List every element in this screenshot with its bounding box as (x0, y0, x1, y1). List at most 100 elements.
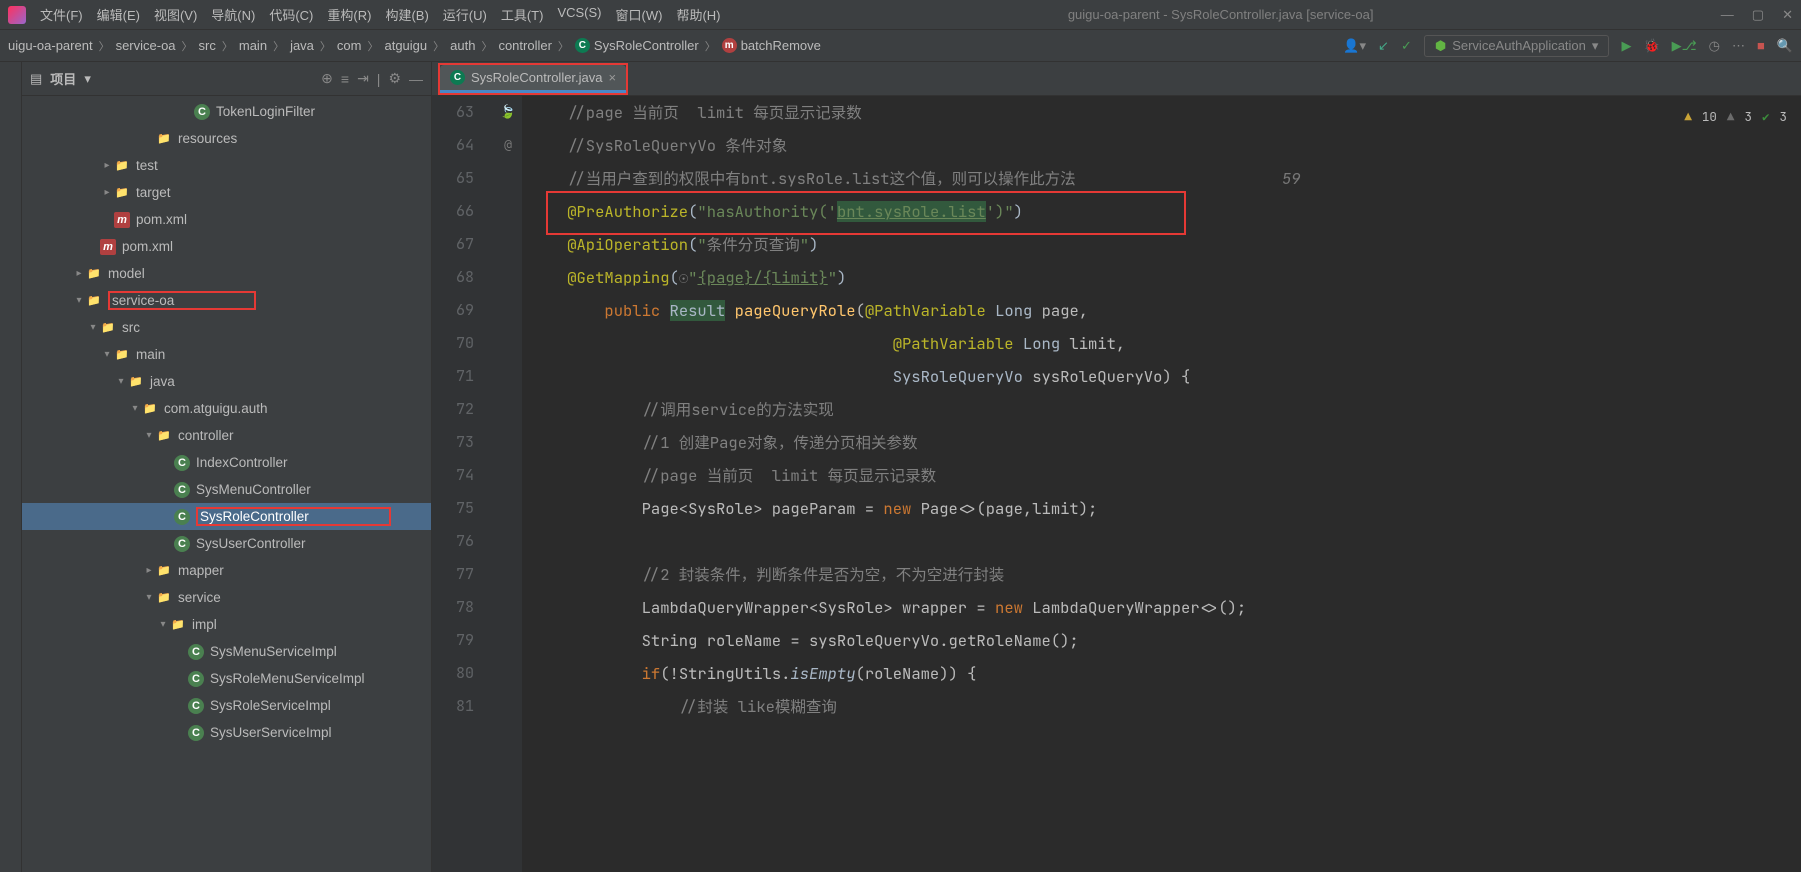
tree-row[interactable]: ▸📁model (22, 260, 431, 287)
tree-row[interactable]: CTokenLoginFilter (22, 98, 431, 125)
code-line[interactable]: //page 当前页 limit 每页显示记录数 (530, 96, 1801, 129)
line-number[interactable]: 71 (432, 360, 474, 393)
tree-arrow-icon[interactable]: ▾ (142, 592, 156, 603)
tree-row[interactable]: ▾📁src (22, 314, 431, 341)
tree-arrow-icon[interactable]: ▾ (100, 349, 114, 360)
tree-row[interactable]: ▾📁service-oa (22, 287, 431, 314)
tree-row[interactable]: CSysRoleController (22, 503, 431, 530)
line-number[interactable]: 65 (432, 162, 474, 195)
code-line[interactable]: //封装 like模糊查询 (530, 690, 1801, 723)
menu-item[interactable]: 帮助(H) (676, 5, 720, 24)
gutter-icons[interactable]: 🍃 @ (494, 96, 522, 872)
breadcrumb-item[interactable]: main (239, 38, 267, 53)
tree-arrow-icon[interactable]: ▾ (156, 619, 170, 630)
gutter-icon[interactable]: 🍃 @ (494, 96, 522, 162)
tree-row[interactable]: 📁resources (22, 125, 431, 152)
collapse-icon[interactable]: ⇥ (357, 70, 369, 87)
breadcrumb-item[interactable]: mbatchRemove (722, 38, 821, 53)
tree-row[interactable]: mpom.xml (22, 233, 431, 260)
stop-icon[interactable]: ■ (1757, 38, 1765, 53)
code-line[interactable]: LambdaQueryWrapper<SysRole> wrapper = ne… (530, 591, 1801, 624)
close-icon[interactable]: ✕ (1782, 7, 1793, 23)
line-number[interactable]: 75 (432, 492, 474, 525)
tree-row[interactable]: ▾📁service (22, 584, 431, 611)
tree-row[interactable]: mpom.xml (22, 206, 431, 233)
line-number[interactable]: 77 (432, 558, 474, 591)
code-line[interactable]: String roleName = sysRoleQueryVo.getRole… (530, 624, 1801, 657)
code-line[interactable]: public Result pageQueryRole(@PathVariabl… (530, 294, 1801, 327)
code-line[interactable]: @GetMapping(☉"{page}/{limit}") (530, 261, 1801, 294)
line-number[interactable]: 63 (432, 96, 474, 129)
coverage-icon[interactable]: ▶⎇ (1672, 38, 1697, 54)
run-config-selector[interactable]: ⬢ ServiceAuthApplication ▾ (1424, 35, 1610, 57)
maximize-icon[interactable]: ▢ (1752, 7, 1764, 23)
code-line[interactable]: //1 创建Page对象，传递分页相关参数 (530, 426, 1801, 459)
breadcrumb-item[interactable]: controller (498, 38, 551, 53)
vcs-commit-icon[interactable]: ✓ (1401, 38, 1412, 54)
tree-arrow-icon[interactable]: ▾ (114, 376, 128, 387)
tree-row[interactable]: CSysRoleMenuServiceImpl (22, 665, 431, 692)
line-number[interactable]: 69 (432, 294, 474, 327)
breadcrumb-item[interactable]: auth (450, 38, 475, 53)
code-line[interactable]: //SysRoleQueryVo 条件对象 (530, 129, 1801, 162)
locate-icon[interactable]: ⊕ (321, 70, 333, 87)
tree-arrow-icon[interactable]: ▾ (86, 322, 100, 333)
menu-item[interactable]: 代码(C) (269, 5, 313, 24)
tree-row[interactable]: ▾📁java (22, 368, 431, 395)
code[interactable]: ▲10 ▲3 ✔3 //page 当前页 limit 每页显示记录数 //Sys… (522, 96, 1801, 872)
expand-icon[interactable]: ≡ (341, 71, 349, 87)
code-line[interactable]: //page 当前页 limit 每页显示记录数 (530, 459, 1801, 492)
editor-tab[interactable]: C SysRoleController.java × (440, 65, 626, 93)
line-number[interactable]: 68 (432, 261, 474, 294)
menu-item[interactable]: 运行(U) (443, 5, 487, 24)
breadcrumb-item[interactable]: com (337, 38, 362, 53)
breadcrumb-item[interactable]: java (290, 38, 314, 53)
code-line[interactable] (530, 525, 1801, 558)
menu-item[interactable]: 构建(B) (385, 5, 428, 24)
breadcrumb-item[interactable]: service-oa (116, 38, 176, 53)
run-icon[interactable]: ▶ (1621, 38, 1631, 54)
tree-row[interactable]: CIndexController (22, 449, 431, 476)
line-number[interactable]: 74 (432, 459, 474, 492)
user-icon[interactable]: 👤▾ (1343, 38, 1366, 54)
tree-row[interactable]: CSysMenuServiceImpl (22, 638, 431, 665)
line-number[interactable]: 70 (432, 327, 474, 360)
chevron-down-icon[interactable]: ▾ (84, 71, 91, 87)
menu-item[interactable]: 重构(R) (327, 5, 371, 24)
tree-arrow-icon[interactable]: ▸ (100, 160, 114, 171)
hide-icon[interactable]: — (409, 71, 423, 87)
menu-item[interactable]: 导航(N) (211, 5, 255, 24)
debug-icon[interactable]: 🐞 (1643, 38, 1659, 54)
tree-row[interactable]: ▸📁test (22, 152, 431, 179)
project-tree[interactable]: CTokenLoginFilter📁resources▸📁test▸📁targe… (22, 96, 431, 748)
line-number[interactable]: 66 (432, 195, 474, 228)
tree-arrow-icon[interactable]: ▸ (100, 187, 114, 198)
line-number[interactable]: 67 (432, 228, 474, 261)
tree-row[interactable]: ▾📁impl (22, 611, 431, 638)
line-gutter[interactable]: 63646566676869707172737475767778798081 (432, 96, 494, 872)
line-number[interactable]: 73 (432, 426, 474, 459)
tree-arrow-icon[interactable]: ▸ (142, 565, 156, 576)
menu-item[interactable]: 编辑(E) (97, 5, 140, 24)
profile-icon[interactable]: ◷ (1709, 38, 1720, 54)
tree-row[interactable]: ▾📁com.atguigu.auth (22, 395, 431, 422)
tree-row[interactable]: CSysUserServiceImpl (22, 719, 431, 746)
menu-item[interactable]: VCS(S) (557, 5, 601, 24)
search-icon[interactable]: 🔍 (1777, 38, 1793, 54)
line-number[interactable]: 81 (432, 690, 474, 723)
code-line[interactable]: @PathVariable Long limit, (530, 327, 1801, 360)
menu-item[interactable]: 窗口(W) (616, 5, 663, 24)
breadcrumb-item[interactable]: CSysRoleController (575, 38, 699, 53)
line-number[interactable]: 80 (432, 657, 474, 690)
tree-arrow-icon[interactable]: ▾ (142, 430, 156, 441)
menu-item[interactable]: 文件(F) (40, 5, 83, 24)
tree-row[interactable]: CSysRoleServiceImpl (22, 692, 431, 719)
code-line[interactable]: if(!StringUtils.isEmpty(roleName)) { (530, 657, 1801, 690)
tree-row[interactable]: ▸📁target (22, 179, 431, 206)
breadcrumb-item[interactable]: uigu-oa-parent (8, 38, 93, 53)
vcs-update-icon[interactable]: ↙ (1378, 38, 1389, 54)
line-number[interactable]: 72 (432, 393, 474, 426)
code-line[interactable]: SysRoleQueryVo sysRoleQueryVo) { (530, 360, 1801, 393)
close-tab-icon[interactable]: × (609, 70, 617, 85)
line-number[interactable]: 64 (432, 129, 474, 162)
